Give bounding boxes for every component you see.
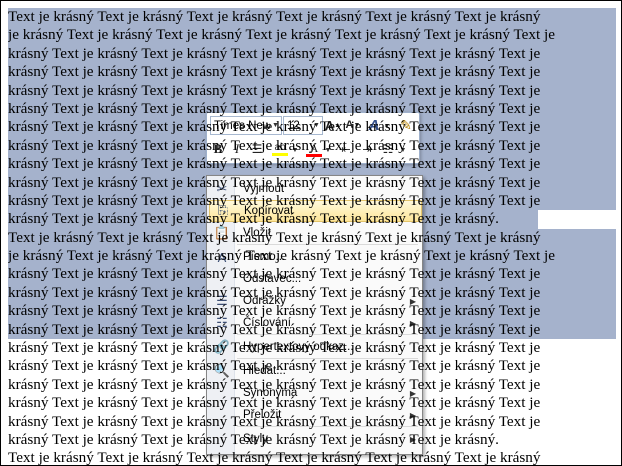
document-line[interactable]: Text je krásný Text je krásný Text je kr…: [8, 8, 616, 27]
document-line-text: krásný Text je krásný Text je krásný Tex…: [8, 265, 541, 283]
document-line[interactable]: krásný Text je krásný Text je krásný Tex…: [8, 320, 616, 340]
document-line-text: krásný Text je krásný Text je krásný Tex…: [8, 118, 541, 136]
document-line[interactable]: krásný Text je krásný Text je krásný Tex…: [8, 210, 616, 229]
document-line-text: krásný Text je krásný Text je krásný Tex…: [8, 283, 541, 301]
document-line[interactable]: je krásný Text je krásný Text je krásný …: [8, 247, 616, 266]
document-line[interactable]: Text je krásný Text je krásný Text je kr…: [8, 449, 616, 466]
document-line-text: krásný Text je krásný Text je krásný Tex…: [8, 173, 541, 191]
document-line[interactable]: krásný Text je krásný Text je krásný Tex…: [8, 99, 616, 119]
document-line[interactable]: krásný Text je krásný Text je krásný Tex…: [8, 376, 616, 394]
document-line[interactable]: krásný Text je krásný Text je krásný Tex…: [8, 173, 616, 192]
document-line[interactable]: krásný Text je krásný Text je krásný Tex…: [8, 63, 616, 82]
document-line-text: krásný Text je krásný Text je krásný Tex…: [8, 191, 541, 209]
document-line-text: krásný Text je krásný Text je krásný Tex…: [8, 430, 499, 448]
document-line-text: krásný Text je krásný Text je krásný Tex…: [8, 136, 541, 154]
document-line[interactable]: krásný Text je krásný Text je krásný Tex…: [8, 339, 616, 357]
document-line-text: krásný Text je krásný Text je krásný Tex…: [8, 302, 541, 320]
document-line[interactable]: krásný Text je krásný Text je krásný Tex…: [8, 44, 616, 64]
document-line-text: krásný Text je krásný Text je krásný Tex…: [8, 339, 541, 357]
document-line-text: krásný Text je krásný Text je krásný Tex…: [8, 357, 541, 375]
document-line[interactable]: krásný Text je krásný Text je krásný Tex…: [8, 118, 616, 137]
document-line-text: krásný Text je krásný Text je krásný Tex…: [8, 99, 541, 117]
document-line[interactable]: krásný Text je krásný Text je krásný Tex…: [8, 265, 616, 284]
document-line-text: Text je krásný Text je krásný Text je kr…: [8, 8, 541, 25]
document-line-text: krásný Text je krásný Text je krásný Tex…: [8, 412, 541, 430]
document-line[interactable]: krásný Text je krásný Text je krásný Tex…: [8, 302, 616, 321]
document-line-text: krásný Text je krásný Text je krásný Tex…: [8, 63, 541, 81]
document-line[interactable]: krásný Text je krásný Text je krásný Tex…: [8, 136, 616, 156]
document-line-text: je krásný Text je krásný Text je krásný …: [8, 247, 555, 265]
document-line[interactable]: krásný Text je krásný Text je krásný Tex…: [8, 357, 616, 375]
document-line[interactable]: krásný Text je krásný Text je krásný Tex…: [8, 413, 616, 431]
document-line[interactable]: krásný Text je krásný Text je krásný Tex…: [8, 431, 616, 449]
document-line-text: je krásný Text je krásný Text je krásný …: [8, 26, 555, 44]
document-line-text: krásný Text je krásný Text je krásný Tex…: [8, 81, 541, 99]
document-line[interactable]: krásný Text je krásný Text je krásný Tex…: [8, 81, 616, 100]
document-line-text: krásný Text je krásný Text je krásný Tex…: [8, 375, 541, 393]
document-line-text: krásný Text je krásný Text je krásný Tex…: [8, 44, 541, 62]
document-line-text: krásný Text je krásný Text je krásný Tex…: [8, 210, 499, 228]
document-line-text: krásný Text je krásný Text je krásný Tex…: [8, 394, 541, 412]
document-line[interactable]: Text je krásný Text je krásný Text je kr…: [8, 228, 616, 248]
document-line[interactable]: je krásný Text je krásný Text je krásný …: [8, 26, 616, 45]
document-line[interactable]: krásný Text je krásný Text je krásný Tex…: [8, 394, 616, 412]
document-body[interactable]: Text je krásný Text je krásný Text je kr…: [8, 8, 616, 466]
document-window: Text je krásný Text je krásný Text je kr…: [0, 0, 622, 466]
document-line[interactable]: krásný Text je krásný Text je krásný Tex…: [8, 155, 616, 174]
document-line-text: Text je krásný Text je krásný Text je kr…: [8, 449, 541, 466]
document-line[interactable]: krásný Text je krásný Text je krásný Tex…: [8, 283, 616, 303]
document-line-text: Text je krásný Text je krásný Text je kr…: [8, 228, 541, 246]
document-line-text: krásný Text je krásný Text je krásný Tex…: [8, 155, 541, 173]
document-line[interactable]: krásný Text je krásný Text je krásný Tex…: [8, 191, 616, 211]
document-line-text: krásný Text je krásný Text je krásný Tex…: [8, 320, 541, 338]
